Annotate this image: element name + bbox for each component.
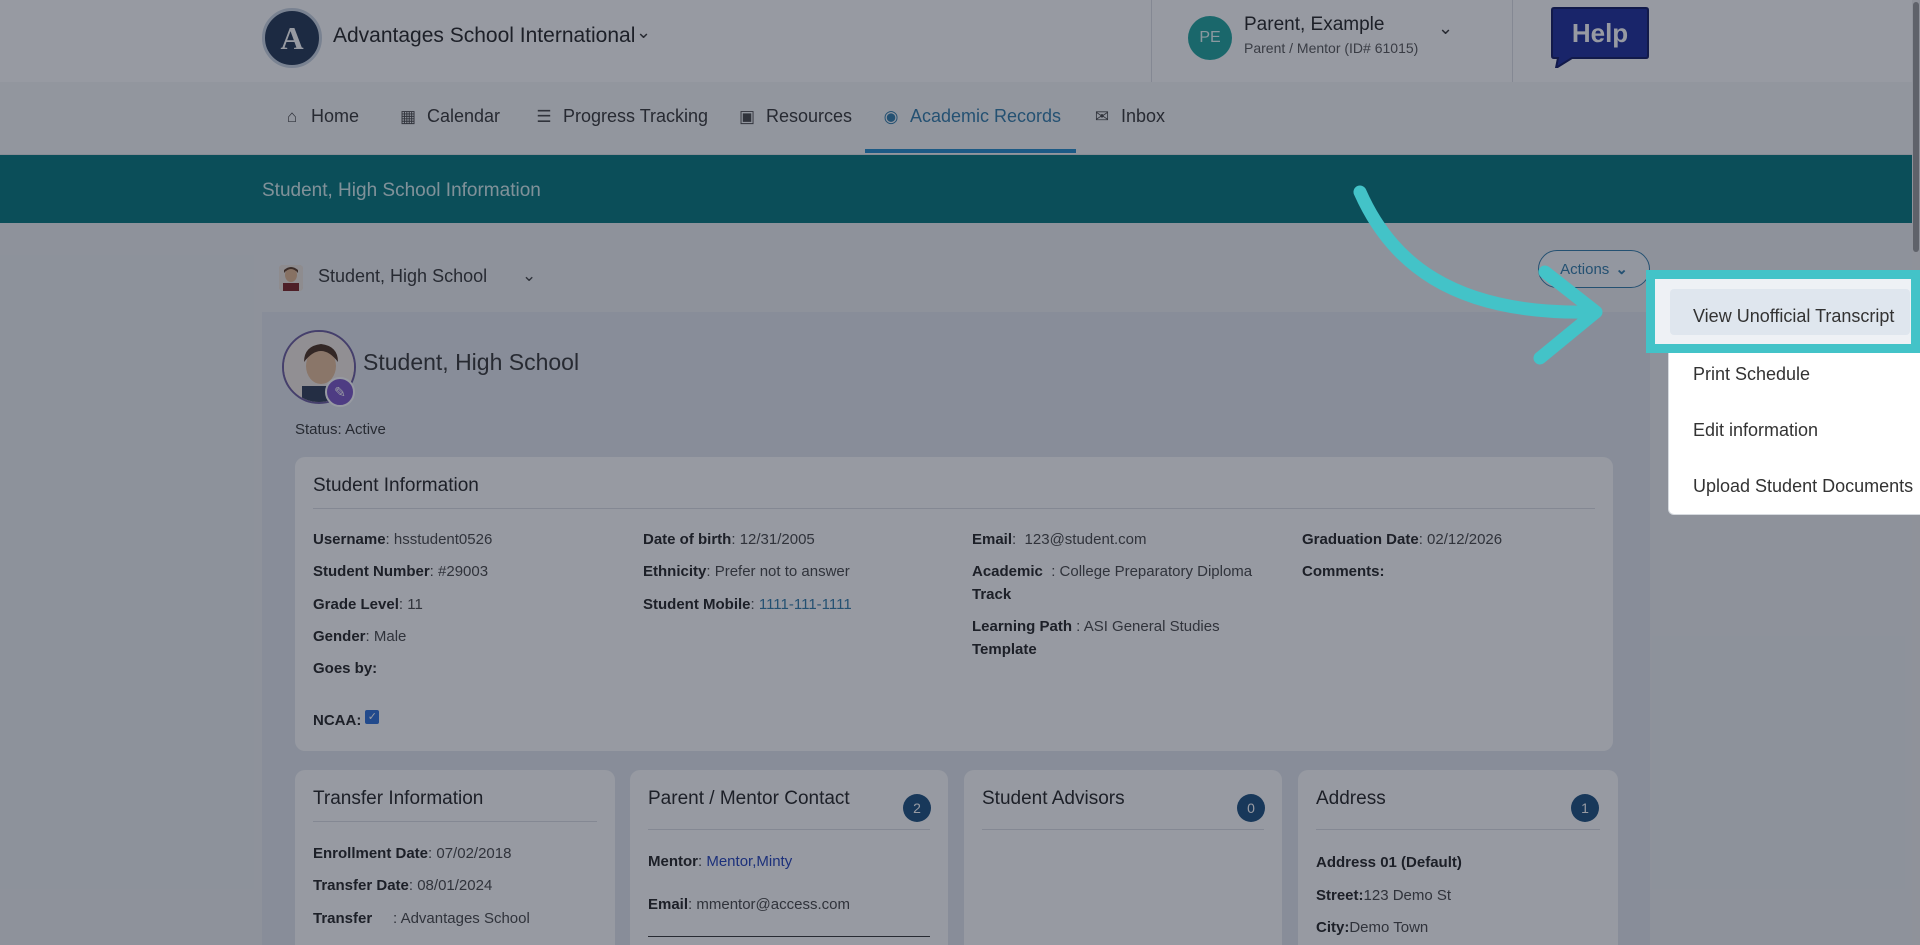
menu-item-upload-student-documents[interactable]: Upload Student Documents [1693,476,1913,497]
student-mobile-link[interactable]: 1111-111-1111 [759,596,852,613]
active-tab-indicator [865,149,1076,153]
divider [648,936,930,937]
user-circle-icon: ◉ [883,106,899,126]
parent-mentor-contact-card: Parent / Mentor Contact 2 Mentor: Mentor… [630,770,948,945]
chevron-down-icon[interactable]: ⌄ [1438,18,1453,39]
goes-by-field: Goes by: [313,660,378,677]
school-logo[interactable]: A [262,8,322,68]
actions-label: Actions [1560,260,1610,278]
top-header: A Advantages School International ⌄ PE P… [0,0,1920,82]
menu-item-label: View Unofficial Transcript [1693,306,1895,326]
mentor-field: Mentor: Mentor,Minty [648,853,793,870]
transfer-field: Transfer : Advantages School [313,910,530,927]
school-name[interactable]: Advantages School International [333,24,635,48]
header-divider [1512,0,1513,82]
chevron-down-icon[interactable]: ⌄ [522,266,536,286]
transfer-information-card: Transfer Information Enrollment Date: 07… [295,770,615,945]
dob-field: Date of birth: 12/31/2005 [643,531,815,548]
page-title-band: Student, High School Information [0,155,1920,223]
nav-label: Resources [766,106,853,126]
academic-track-field: Academic : College Preparatory Diploma Tr… [972,563,1253,603]
student-mobile-field: Student Mobile: 1111-111-1111 [643,596,852,613]
ncaa-checkbox[interactable]: ✓ [365,710,380,725]
user-role: Parent / Mentor (ID# 61015) [1244,40,1419,56]
address-title: Address 01 (Default) [1316,854,1462,871]
user-avatar[interactable]: PE [1188,16,1232,60]
nav-calendar[interactable]: ▦ Calendar [398,106,500,127]
student-selector[interactable]: Student, High School [318,266,487,287]
menu-item-edit-information[interactable]: Edit information [1693,420,1818,441]
divider [313,508,1595,509]
progress-icon: ☰ [536,106,552,126]
divider [313,821,597,822]
card-title: Student Information [313,475,479,496]
main-nav: ⌂ Home ▦ Calendar ☰ Progress Tracking ▣ … [0,82,1920,155]
nav-progress-tracking[interactable]: ☰ Progress Tracking [534,106,708,127]
nav-label: Calendar [427,106,501,126]
username-field: Username: hsstudent0526 [313,531,493,548]
address-count-badge: 1 [1571,794,1599,822]
email-field: Email: 123@student.com [972,531,1147,548]
student-number-field: Student Number: #29003 [313,563,489,580]
student-selector-avatar[interactable] [279,265,303,291]
ethnicity-field: Ethnicity: Prefer not to answer [643,563,850,580]
header-divider [1151,0,1152,82]
envelope-icon: ✉ [1094,106,1110,126]
street-field: Street:123 Demo St [1316,887,1452,904]
nav-home[interactable]: ⌂ Home [282,106,359,127]
student-name-heading: Student, High School [363,349,580,375]
mentor-link[interactable]: Mentor,Minty [706,853,792,870]
home-icon: ⌂ [286,106,298,126]
card-title: Transfer Information [313,788,484,809]
learning-path-field: Learning Path : ASI General Studies Templ… [972,618,1220,658]
card-title: Address [1316,788,1386,809]
mentor-email-field: Email: mmentor@access.com [648,896,850,913]
graduation-date-field: Graduation Date: 02/12/2026 [1302,531,1503,548]
nav-label: Home [311,106,360,126]
help-label: Help [1572,18,1628,48]
page-title: Student, High School Information [262,180,541,201]
advisors-count-badge: 0 [1237,794,1265,822]
student-advisors-card: Student Advisors 0 [964,770,1282,945]
edit-photo-icon[interactable]: ✎ [325,377,355,407]
nav-label: Progress Tracking [563,106,709,126]
enrollment-date-field: Enrollment Date: 07/02/2018 [313,845,512,862]
help-button[interactable]: Help [1550,6,1650,68]
nav-resources[interactable]: ▣ Resources [737,106,852,127]
inbox-tray-icon: ▣ [738,106,756,126]
gender-field: Gender: Male [313,628,407,645]
scrollbar-thumb[interactable] [1913,2,1919,252]
nav-label: Academic Records [910,106,1062,126]
divider [982,829,1264,830]
transfer-date-field: Transfer Date: 08/01/2024 [313,877,493,894]
card-title: Parent / Mentor Contact [648,788,850,809]
actions-button[interactable]: Actions ⌄ [1538,250,1650,288]
nav-inbox[interactable]: ✉ Inbox [1092,106,1165,127]
comments-field: Comments: [1302,563,1385,580]
chevron-down-icon[interactable]: ⌄ [636,22,651,43]
contact-count-badge: 2 [903,794,931,822]
divider [648,829,930,830]
address-card: Address 1 Address 01 (Default) Street:12… [1298,770,1618,945]
city-field: City:Demo Town [1316,919,1429,936]
student-status: Status: Active [295,421,386,438]
ncaa-field: NCAA: ✓ [313,709,380,732]
nav-academic-records[interactable]: ◉ Academic Records [881,106,1061,127]
menu-item-print-schedule[interactable]: Print Schedule [1693,364,1810,385]
nav-label: Inbox [1121,106,1166,126]
calendar-icon: ▦ [399,106,417,126]
student-information-card: Student Information Username: hsstudent0… [295,457,1613,751]
chevron-down-icon: ⌄ [1615,261,1628,278]
divider [1316,829,1600,830]
grade-level-field: Grade Level: 11 [313,596,423,613]
card-title: Student Advisors [982,788,1125,809]
user-name[interactable]: Parent, Example [1244,14,1384,36]
